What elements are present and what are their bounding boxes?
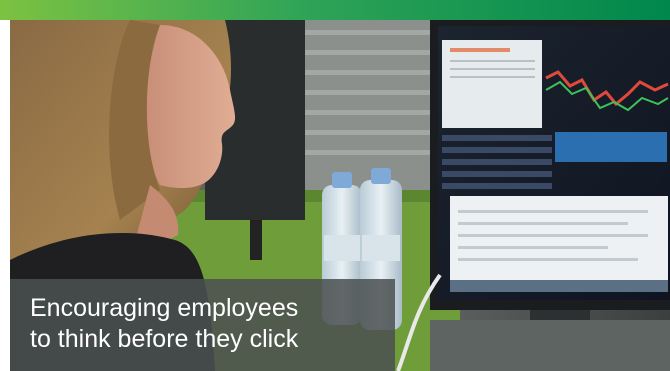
- caption-overlay: Encouraging employees to think before th…: [10, 279, 395, 371]
- headline-line-1: Encouraging employees: [30, 294, 299, 322]
- headline-line-2: to think before they click: [30, 325, 299, 353]
- headline: Encouraging employees to think before th…: [30, 293, 298, 355]
- promo-card: Encouraging employees to think before th…: [0, 0, 670, 371]
- brand-stripe: [0, 0, 670, 20]
